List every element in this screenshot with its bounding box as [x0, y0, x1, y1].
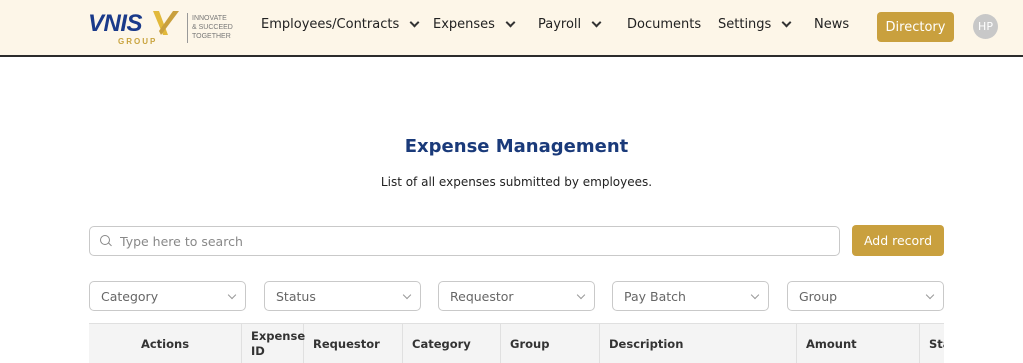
logo-group-text: GROUP: [118, 37, 158, 46]
chevron-down-icon: [925, 290, 935, 300]
nav-documents[interactable]: Documents: [627, 17, 701, 32]
logo-tagline: INNOVATE & SUCCEED TOGETHER: [192, 15, 233, 40]
chevron-down-icon: [227, 290, 237, 300]
column-header-description[interactable]: Description: [600, 324, 797, 363]
top-navbar: VNIS GROUP INNOVATE & SUCCEED TOGETHER E…: [0, 0, 1023, 57]
chevron-down-icon: [591, 17, 602, 28]
nav-expenses[interactable]: Expenses: [433, 17, 516, 32]
nav-news[interactable]: News: [814, 17, 849, 32]
chevron-down-icon: [750, 290, 760, 300]
column-header-expense-id[interactable]: Expense ID: [242, 324, 305, 363]
chevron-down-icon: [402, 290, 412, 300]
search-box[interactable]: [89, 226, 840, 256]
filter-category[interactable]: Category: [89, 281, 246, 311]
search-icon: [100, 235, 112, 247]
company-logo[interactable]: VNIS GROUP INNOVATE & SUCCEED TOGETHER: [88, 8, 238, 48]
user-avatar[interactable]: HP: [973, 14, 998, 39]
logo-v-mark: [153, 11, 179, 35]
column-header-requestor[interactable]: Requestor: [304, 324, 403, 363]
column-header-group[interactable]: Group: [501, 324, 600, 363]
chevron-down-icon: [409, 17, 420, 28]
expenses-table-header: Actions Expense ID Requestor Category Gr…: [89, 323, 944, 363]
chevron-down-icon: [505, 17, 516, 28]
filter-pay-batch[interactable]: Pay Batch: [612, 281, 769, 311]
chevron-down-icon: [576, 290, 586, 300]
filter-status[interactable]: Status: [264, 281, 421, 311]
page-subtitle: List of all expenses submitted by employ…: [380, 175, 653, 189]
filter-requestor[interactable]: Requestor: [438, 281, 595, 311]
column-header-status[interactable]: Status: [920, 324, 944, 363]
logo-divider: [187, 13, 188, 43]
filter-group[interactable]: Group: [787, 281, 944, 311]
column-header-amount[interactable]: Amount: [797, 324, 920, 363]
search-input[interactable]: [120, 233, 800, 249]
add-record-button[interactable]: Add record: [852, 225, 944, 256]
column-header-actions[interactable]: Actions: [89, 324, 242, 363]
nav-settings[interactable]: Settings: [718, 17, 792, 32]
page-title: Expense Management: [404, 136, 629, 157]
directory-button[interactable]: Directory: [877, 12, 954, 42]
column-header-category[interactable]: Category: [403, 324, 501, 363]
logo-wordmark: VNIS: [88, 10, 143, 37]
chevron-down-icon: [781, 17, 792, 28]
nav-payroll[interactable]: Payroll: [538, 17, 602, 32]
nav-employees-contracts[interactable]: Employees/Contracts: [261, 17, 420, 32]
